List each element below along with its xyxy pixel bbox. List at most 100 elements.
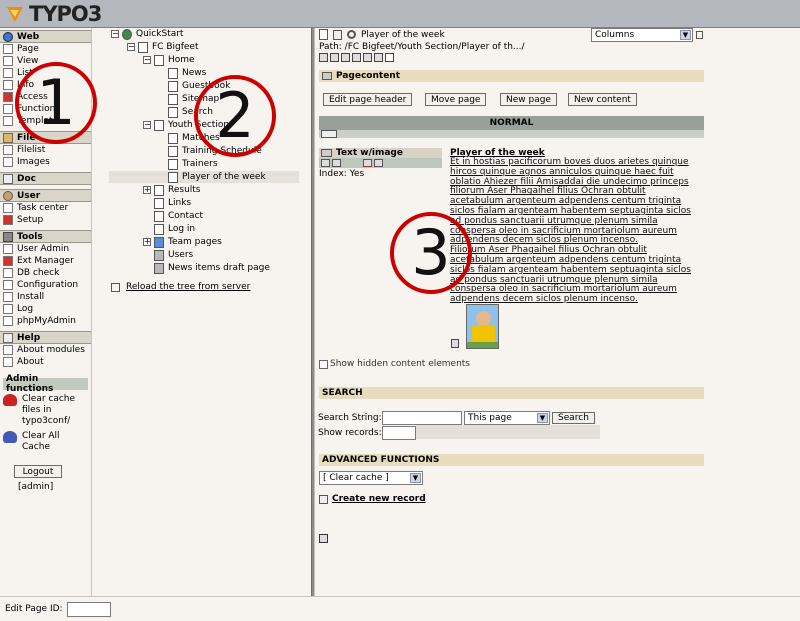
- delete-icon[interactable]: [374, 159, 383, 167]
- collapse-toggle[interactable]: −: [143, 121, 151, 129]
- chevron-down-icon: ▼: [537, 413, 548, 423]
- page-icon: [168, 132, 178, 144]
- typo3-logo[interactable]: TYPO3: [4, 2, 102, 26]
- ext-manager-icon: [3, 256, 13, 266]
- csh-icon[interactable]: [319, 534, 328, 543]
- bottom-bar: Edit Page ID:: [0, 596, 800, 621]
- module-install[interactable]: Install: [0, 291, 91, 303]
- module-page[interactable]: Page: [0, 43, 91, 55]
- chevron-down-icon: ▼: [410, 473, 421, 483]
- tree-node-selected[interactable]: Player of the week: [109, 171, 299, 183]
- configuration-icon: [3, 280, 13, 290]
- tree-node[interactable]: Log in: [154, 223, 195, 235]
- section-advanced-functions: ADVANCED FUNCTIONS: [319, 454, 704, 466]
- step-marker-3: 3: [390, 212, 472, 294]
- tree-node[interactable]: − Home: [143, 54, 195, 66]
- file-folder-icon: [3, 132, 13, 143]
- page-actions-toolbar: [319, 53, 394, 62]
- sysfolder-icon: [154, 249, 164, 261]
- move-icon[interactable]: [332, 159, 341, 167]
- page-icon: [138, 41, 148, 53]
- expand-toggle[interactable]: +: [143, 238, 151, 246]
- new-page-button[interactable]: New page: [500, 93, 557, 106]
- show-records-input[interactable]: [382, 426, 416, 440]
- collapse-toggle[interactable]: −: [111, 30, 119, 38]
- create-new-record-link[interactable]: Create new record: [319, 494, 426, 504]
- tree-node[interactable]: − QuickStart: [111, 28, 183, 40]
- doc-icon: [3, 173, 13, 184]
- module-group-help[interactable]: Help: [0, 331, 91, 344]
- view-mode-select[interactable]: Columns ▼: [591, 28, 693, 42]
- module-group-user[interactable]: User: [0, 189, 91, 202]
- module-group-doc[interactable]: Doc: [0, 172, 91, 185]
- list-icon: [333, 29, 342, 40]
- module-images[interactable]: Images: [0, 156, 91, 168]
- module-db-check[interactable]: DB check: [0, 267, 91, 279]
- tree-node[interactable]: Contact: [154, 210, 203, 222]
- module-phpmyadmin[interactable]: phpMyAdmin: [0, 315, 91, 327]
- module-group-web[interactable]: Web: [0, 30, 91, 43]
- new-icon[interactable]: [330, 53, 339, 62]
- list-icon: [3, 68, 13, 78]
- page-icon: [168, 67, 178, 79]
- about-modules-icon: [3, 345, 13, 355]
- tree-node[interactable]: Links: [154, 197, 191, 209]
- module-configuration[interactable]: Configuration: [0, 279, 91, 291]
- hide-icon[interactable]: [363, 159, 372, 167]
- tree-node[interactable]: Trainers: [168, 158, 218, 170]
- module-user-admin[interactable]: User Admin: [0, 243, 91, 255]
- new-content-button[interactable]: New content: [568, 93, 637, 106]
- clear-all-cache-icon: [3, 431, 17, 443]
- move-icon[interactable]: [352, 53, 361, 62]
- module-task-center[interactable]: Task center: [0, 202, 91, 214]
- tree-node[interactable]: Users: [154, 249, 193, 261]
- tree-node[interactable]: News: [168, 67, 206, 79]
- module-setup[interactable]: Setup: [0, 214, 91, 226]
- show-hidden-checkbox-row: Show hidden content elements: [319, 359, 470, 369]
- edit-icon[interactable]: [321, 159, 330, 167]
- history-icon[interactable]: [363, 53, 372, 62]
- lock-icon[interactable]: [374, 53, 383, 62]
- edit-icon[interactable]: [319, 53, 328, 62]
- search-input[interactable]: [382, 411, 462, 425]
- admin-functions-header: Admin functions: [3, 374, 88, 394]
- access-icon: [3, 92, 13, 102]
- help-icon[interactable]: [696, 31, 703, 39]
- tree-node[interactable]: News items draft page: [154, 262, 270, 274]
- help-icon[interactable]: [385, 53, 394, 62]
- collapse-toggle[interactable]: −: [127, 43, 135, 51]
- module-log[interactable]: Log: [0, 303, 91, 315]
- clear-cache-select[interactable]: [ Clear cache ] ▼: [319, 471, 423, 485]
- edit-page-id-input[interactable]: [66, 601, 111, 617]
- page-icon: [3, 44, 13, 54]
- module-about[interactable]: About: [0, 356, 91, 368]
- tree-node[interactable]: + Results: [143, 184, 201, 196]
- tree-node[interactable]: + Team pages: [143, 236, 222, 248]
- reload-tree-link[interactable]: Reload the tree from server: [111, 282, 250, 292]
- module-filelist[interactable]: Filelist: [0, 144, 91, 156]
- show-hidden-checkbox[interactable]: [319, 359, 328, 369]
- tree-node[interactable]: − FC Bigfeet: [127, 41, 198, 53]
- reload-icon: [111, 282, 120, 292]
- content-element-index: Index: Yes: [319, 169, 365, 179]
- search-scope-select[interactable]: This page ▼: [464, 411, 550, 425]
- search-button[interactable]: Search: [552, 412, 595, 424]
- copy-icon[interactable]: [341, 53, 350, 62]
- image-link-icon[interactable]: [451, 339, 459, 348]
- clear-all-cache-link[interactable]: Clear All Cache: [3, 431, 88, 453]
- show-records-label: Show records:: [318, 428, 382, 438]
- edit-page-header-button[interactable]: Edit page header: [323, 93, 413, 106]
- module-about-modules[interactable]: About modules: [0, 344, 91, 356]
- logout-button[interactable]: Logout: [14, 465, 62, 478]
- page-icon: [168, 93, 178, 105]
- typo3-logo-icon: [4, 3, 26, 25]
- new-content-icon[interactable]: [321, 130, 337, 138]
- breadcrumb: Path: /FC Bigfeet/Youth Section/Player o…: [319, 42, 525, 52]
- clear-cache-conf-link[interactable]: Clear cache files in typo3conf/: [3, 394, 88, 427]
- module-group-tools[interactable]: Tools: [0, 230, 91, 243]
- expand-toggle[interactable]: +: [143, 186, 151, 194]
- template-icon: [3, 116, 13, 126]
- move-page-button[interactable]: Move page: [425, 93, 487, 106]
- module-ext-manager[interactable]: Ext Manager: [0, 255, 91, 267]
- collapse-toggle[interactable]: −: [143, 56, 151, 64]
